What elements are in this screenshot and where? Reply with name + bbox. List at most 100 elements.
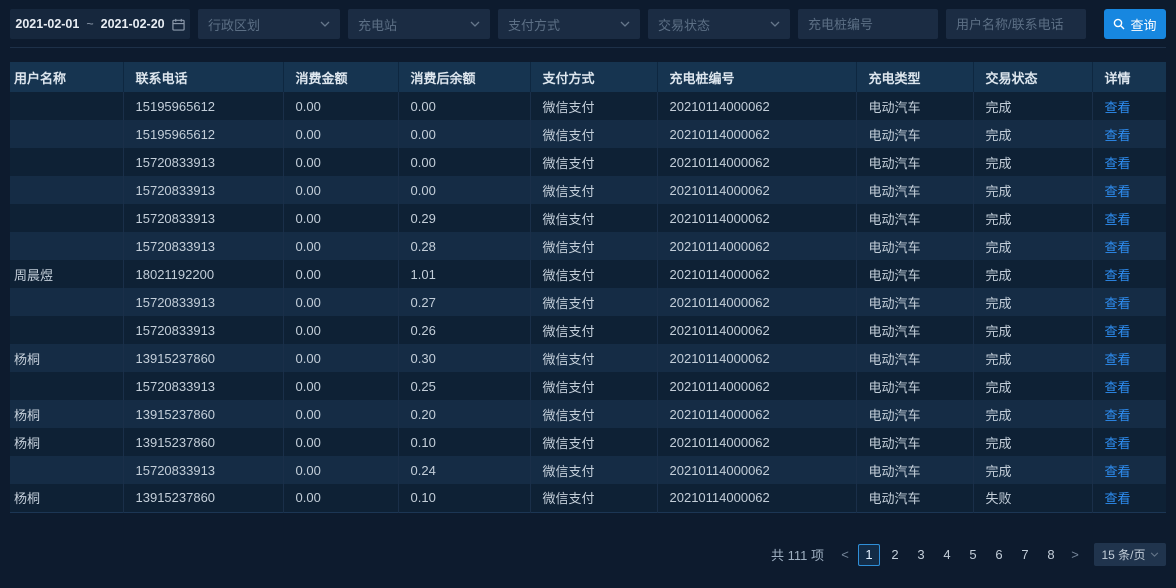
cell-user-name: 杨桐 [10, 344, 123, 372]
cell-status: 失败 [973, 484, 1092, 512]
cell-user-name [10, 92, 123, 120]
table-row: 15720833913 0.00 0.26 微信支付 2021011400006… [10, 316, 1166, 344]
view-detail-link[interactable]: 查看 [1105, 436, 1131, 451]
cell-detail: 查看 [1092, 176, 1166, 204]
page-number-button-2[interactable]: 2 [884, 544, 906, 566]
page-number-button-6[interactable]: 6 [988, 544, 1010, 566]
table-header: 用户名称联系电话消费金额消费后余额支付方式充电桩编号充电类型交易状态详情 [10, 62, 1166, 92]
cell-balance: 0.27 [398, 288, 530, 316]
cell-payment: 微信支付 [530, 344, 657, 372]
page-number-button-7[interactable]: 7 [1014, 544, 1036, 566]
total-count-label: 共 111 项 [771, 545, 824, 564]
cell-balance: 1.01 [398, 260, 530, 288]
view-detail-link[interactable]: 查看 [1105, 240, 1131, 255]
cell-detail: 查看 [1092, 204, 1166, 232]
cell-charge-type: 电动汽车 [856, 456, 973, 484]
cell-payment: 微信支付 [530, 400, 657, 428]
cell-detail: 查看 [1092, 288, 1166, 316]
select-admin-region[interactable]: 行政区划 [198, 9, 340, 39]
cell-detail: 查看 [1092, 316, 1166, 344]
cell-user-name [10, 148, 123, 176]
cell-amount: 0.00 [283, 204, 398, 232]
cell-charge-type: 电动汽车 [856, 372, 973, 400]
page-number-button-4[interactable]: 4 [936, 544, 958, 566]
cell-phone: 13915237860 [123, 484, 283, 512]
view-detail-link[interactable]: 查看 [1105, 268, 1131, 283]
view-detail-link[interactable]: 查看 [1105, 212, 1131, 227]
cell-phone: 13915237860 [123, 344, 283, 372]
cell-phone: 13915237860 [123, 428, 283, 456]
cell-pile-number: 20210114000062 [657, 204, 856, 232]
view-detail-link[interactable]: 查看 [1105, 156, 1131, 171]
cell-balance: 0.24 [398, 456, 530, 484]
view-detail-link[interactable]: 查看 [1105, 408, 1131, 423]
chevron-down-icon [620, 21, 630, 27]
cell-payment: 微信支付 [530, 260, 657, 288]
page-number-button-5[interactable]: 5 [962, 544, 984, 566]
cell-payment: 微信支付 [530, 92, 657, 120]
cell-status: 完成 [973, 372, 1092, 400]
next-page-button[interactable]: > [1066, 544, 1084, 566]
cell-balance: 0.10 [398, 484, 530, 512]
cell-amount: 0.00 [283, 92, 398, 120]
date-end: 2021-02-20 [101, 17, 165, 31]
cell-phone: 15720833913 [123, 456, 283, 484]
cell-charge-type: 电动汽车 [856, 232, 973, 260]
cell-pile-number: 20210114000062 [657, 260, 856, 288]
page-size-select[interactable]: 15 条/页 [1094, 543, 1166, 566]
table-row: 15195965612 0.00 0.00 微信支付 2021011400006… [10, 92, 1166, 120]
cell-charge-type: 电动汽车 [856, 288, 973, 316]
view-detail-link[interactable]: 查看 [1105, 352, 1131, 367]
select-transaction-status-label: 交易状态 [658, 15, 770, 34]
cell-status: 完成 [973, 204, 1092, 232]
search-button[interactable]: 查询 [1104, 9, 1166, 39]
cell-amount: 0.00 [283, 344, 398, 372]
cell-user-name [10, 316, 123, 344]
page-number-button-3[interactable]: 3 [910, 544, 932, 566]
cell-phone: 15720833913 [123, 204, 283, 232]
cell-balance: 0.28 [398, 232, 530, 260]
cell-pile-number: 20210114000062 [657, 148, 856, 176]
cell-charge-type: 电动汽车 [856, 316, 973, 344]
cell-pile-number: 20210114000062 [657, 400, 856, 428]
cell-user-name: 杨桐 [10, 428, 123, 456]
view-detail-link[interactable]: 查看 [1105, 100, 1131, 115]
cell-charge-type: 电动汽车 [856, 148, 973, 176]
view-detail-link[interactable]: 查看 [1105, 184, 1131, 199]
cell-balance: 0.29 [398, 204, 530, 232]
cell-pile-number: 20210114000062 [657, 316, 856, 344]
pile-number-input[interactable] [798, 9, 938, 39]
select-charging-station-label: 充电站 [358, 15, 470, 34]
cell-detail: 查看 [1092, 372, 1166, 400]
cell-amount: 0.00 [283, 372, 398, 400]
view-detail-link[interactable]: 查看 [1105, 296, 1131, 311]
cell-balance: 0.00 [398, 176, 530, 204]
cell-user-name [10, 120, 123, 148]
view-detail-link[interactable]: 查看 [1105, 491, 1131, 506]
search-icon [1113, 18, 1125, 30]
cell-detail: 查看 [1092, 428, 1166, 456]
view-detail-link[interactable]: 查看 [1105, 464, 1131, 479]
cell-payment: 微信支付 [530, 428, 657, 456]
page-number-button-1[interactable]: 1 [858, 544, 880, 566]
cell-charge-type: 电动汽车 [856, 176, 973, 204]
cell-balance: 0.00 [398, 120, 530, 148]
view-detail-link[interactable]: 查看 [1105, 128, 1131, 143]
cell-amount: 0.00 [283, 148, 398, 176]
prev-page-button[interactable]: < [836, 544, 854, 566]
view-detail-link[interactable]: 查看 [1105, 380, 1131, 395]
select-payment-method[interactable]: 支付方式 [498, 9, 640, 39]
cell-payment: 微信支付 [530, 232, 657, 260]
cell-amount: 0.00 [283, 232, 398, 260]
user-name-phone-input[interactable] [946, 9, 1086, 39]
view-detail-link[interactable]: 查看 [1105, 324, 1131, 339]
page-number-button-8[interactable]: 8 [1040, 544, 1062, 566]
table-row: 杨桐 13915237860 0.00 0.20 微信支付 2021011400… [10, 400, 1166, 428]
table-row: 15720833913 0.00 0.00 微信支付 2021011400006… [10, 176, 1166, 204]
cell-charge-type: 电动汽车 [856, 260, 973, 288]
calendar-icon [172, 18, 185, 31]
table-row: 15195965612 0.00 0.00 微信支付 2021011400006… [10, 120, 1166, 148]
select-charging-station[interactable]: 充电站 [348, 9, 490, 39]
date-range-picker[interactable]: 2021-02-01 ~ 2021-02-20 [10, 9, 190, 39]
select-transaction-status[interactable]: 交易状态 [648, 9, 790, 39]
